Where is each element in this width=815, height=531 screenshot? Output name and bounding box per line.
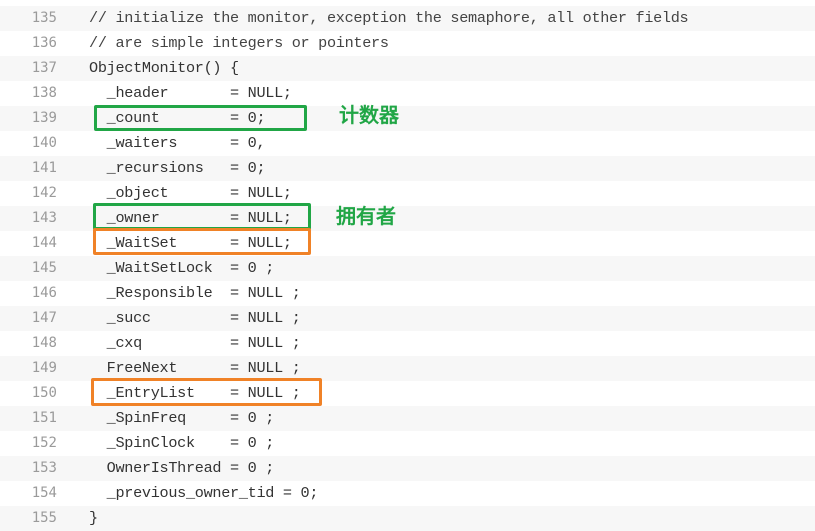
line-number: 153: [31, 460, 57, 476]
line-code: _SpinFreq = 0 ;: [89, 409, 275, 427]
line-code: _SpinClock = 0 ;: [89, 434, 275, 452]
code-line: 148 _cxq = NULL ;: [0, 331, 815, 356]
line-number: 155: [31, 510, 57, 526]
waitset-highlight-box: [93, 228, 311, 255]
line-number: 135: [31, 10, 57, 26]
owner-annotation: 拥有者: [336, 204, 396, 228]
line-code: _header = NULL;: [89, 84, 292, 102]
code-line: 155}: [0, 506, 815, 531]
code-line: 151 _SpinFreq = 0 ;: [0, 406, 815, 431]
code-line: 137 ObjectMonitor() {: [0, 56, 815, 81]
line-code: _Responsible = NULL ;: [89, 284, 301, 302]
line-number: 143: [31, 210, 57, 226]
line-code: _succ = NULL ;: [89, 309, 301, 327]
line-number: 138: [31, 85, 57, 101]
code-line: 136 // are simple integers or pointers: [0, 31, 815, 56]
line-number: 142: [31, 185, 57, 201]
line-number: 136: [31, 35, 57, 51]
line-code: _cxq = NULL ;: [89, 334, 301, 352]
code-line: 153 OwnerIsThread = 0 ;: [0, 456, 815, 481]
line-number: 148: [31, 335, 57, 351]
code-line: 140 _waiters = 0,: [0, 131, 815, 156]
code-line: 147 _succ = NULL ;: [0, 306, 815, 331]
line-code: _WaitSetLock = 0 ;: [89, 259, 275, 277]
line-code: _previous_owner_tid = 0;: [89, 484, 319, 502]
line-number: 154: [31, 485, 57, 501]
code-line: 154 _previous_owner_tid = 0;: [0, 481, 815, 506]
count-highlight-box: [94, 105, 307, 131]
line-number: 146: [31, 285, 57, 301]
code-line: 146 _Responsible = NULL ;: [0, 281, 815, 306]
line-code: // initialize the monitor, exception the…: [89, 9, 689, 27]
line-code: // are simple integers or pointers: [89, 34, 389, 52]
code-line: 141 _recursions = 0;: [0, 156, 815, 181]
line-number: 144: [31, 235, 57, 251]
line-number: 145: [31, 260, 57, 276]
line-code: _waiters = 0,: [89, 134, 266, 152]
line-number: 150: [31, 385, 57, 401]
code-line: 152 _SpinClock = 0 ;: [0, 431, 815, 456]
entrylist-highlight-box: [91, 378, 322, 406]
line-number: 139: [31, 110, 57, 126]
line-number: 141: [31, 160, 57, 176]
code-view: 135 // initialize the monitor, exception …: [0, 6, 815, 531]
code-line: 135 // initialize the monitor, exception …: [0, 6, 815, 31]
counter-annotation: 计数器: [339, 103, 399, 127]
line-code: }: [89, 509, 98, 527]
line-number: 147: [31, 310, 57, 326]
line-code: OwnerIsThread = 0 ;: [89, 459, 275, 477]
line-number: 140: [31, 135, 57, 151]
code-line: 145 _WaitSetLock = 0 ;: [0, 256, 815, 281]
line-code: _recursions = 0;: [89, 159, 266, 177]
line-number: 152: [31, 435, 57, 451]
line-number: 137: [31, 60, 57, 76]
line-code: ObjectMonitor() {: [89, 59, 239, 77]
line-number: 149: [31, 360, 57, 376]
line-number: 151: [31, 410, 57, 426]
code-line: 138 _header = NULL;: [0, 81, 815, 106]
owner-highlight-box: [93, 203, 311, 230]
